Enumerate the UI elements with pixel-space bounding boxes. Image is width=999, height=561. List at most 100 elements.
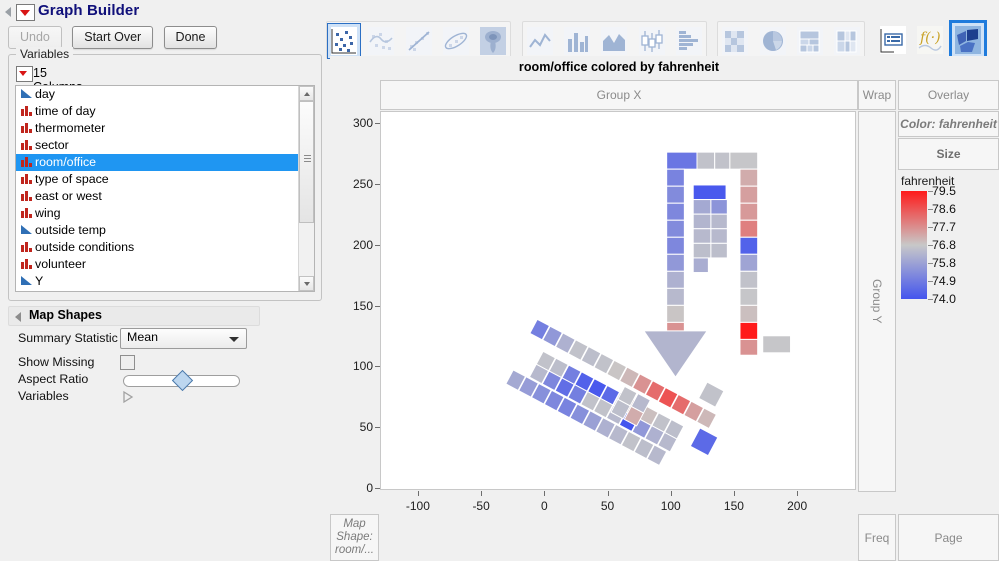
drop-zone-page[interactable]: Page [898, 514, 999, 561]
list-item[interactable]: wing [16, 205, 299, 222]
map-shape-cell[interactable] [740, 220, 758, 237]
map-shape-cell[interactable] [693, 185, 726, 200]
map-shape-cell[interactable] [740, 237, 758, 254]
map-shape-cell[interactable] [740, 322, 758, 339]
legend-tick-mark [928, 299, 933, 300]
list-item[interactable]: thermometer [16, 120, 299, 137]
start-over-button[interactable]: Start Over [72, 26, 153, 49]
drop-zone-overlay[interactable]: Overlay [898, 80, 999, 110]
mosaic-icon[interactable] [830, 23, 864, 59]
drop-zone-map-shape[interactable]: Map Shape: room/... [330, 514, 379, 561]
drop-zone-size[interactable]: Size [898, 138, 999, 170]
map-shape-cell[interactable] [740, 339, 758, 355]
variables-scrollbar[interactable] [298, 86, 314, 291]
variables-expand-icon[interactable] [122, 390, 134, 404]
disclosure-triangle-icon[interactable] [15, 312, 21, 322]
red-triangle-menu-icon[interactable] [16, 4, 35, 21]
show-missing-checkbox[interactable] [120, 355, 135, 370]
map-shape-cell[interactable] [667, 169, 685, 186]
contour-icon[interactable] [476, 23, 510, 59]
map-shape-cell[interactable] [690, 428, 718, 456]
plot-area[interactable] [380, 111, 856, 490]
drop-zone-group-y[interactable]: Group Y [858, 111, 896, 492]
map-shape-cell[interactable] [740, 169, 758, 186]
map-shape-cell[interactable] [693, 200, 711, 215]
heatmap-icon[interactable] [718, 23, 752, 59]
map-shape-cell[interactable] [740, 254, 758, 271]
map-shape-cell[interactable] [730, 152, 758, 169]
ellipse-icon[interactable] [439, 23, 473, 59]
map-shape-cell[interactable] [667, 237, 685, 254]
map-shape-cell[interactable] [667, 186, 685, 203]
map-shape-cell[interactable] [667, 254, 685, 271]
drop-zone-group-x[interactable]: Group X [380, 80, 858, 110]
columns-red-triangle-icon[interactable] [16, 66, 33, 82]
done-button[interactable]: Done [164, 26, 218, 49]
treemap-icon[interactable] [793, 23, 827, 59]
map-shape-cell[interactable] [667, 288, 685, 305]
outline-disclosure-icon[interactable] [5, 7, 11, 17]
map-shape-cell[interactable] [711, 214, 727, 229]
map-shape-cell[interactable] [693, 229, 711, 244]
list-item-label: Y [35, 274, 43, 288]
map-shape-cell[interactable] [740, 288, 758, 305]
list-item-selected[interactable]: room/office [16, 154, 299, 171]
map-shapes-icon[interactable] [951, 22, 985, 58]
map-shape-cell[interactable] [740, 186, 758, 203]
map-shape-cell[interactable] [667, 203, 685, 220]
drop-zone-color[interactable]: Color: fahrenheit [898, 111, 999, 137]
bar-chart-icon[interactable] [560, 23, 594, 59]
map-shape-cell[interactable] [697, 152, 715, 169]
list-item[interactable]: outside temp [16, 222, 299, 239]
map-shape-atrium[interactable] [644, 331, 707, 377]
drop-zone-wrap[interactable]: Wrap [858, 80, 896, 110]
list-item[interactable]: type of space [16, 171, 299, 188]
pie-chart-icon[interactable] [756, 23, 790, 59]
list-item[interactable]: Y [16, 273, 299, 290]
aspect-ratio-slider-handle[interactable] [172, 370, 193, 391]
map-shape-cell[interactable] [693, 214, 711, 229]
y-axis-tick-label: 50 [360, 420, 373, 434]
histogram-icon[interactable] [672, 23, 706, 59]
map-shape-cell[interactable] [693, 258, 708, 273]
undo-button[interactable]: Undo [8, 26, 62, 49]
list-item[interactable]: outside conditions [16, 239, 299, 256]
map-shape-cell[interactable] [711, 200, 727, 215]
map-shape-cell[interactable] [693, 243, 711, 258]
aspect-ratio-slider[interactable] [123, 375, 240, 387]
map-shape-cell[interactable] [667, 271, 685, 288]
map-shape-cell[interactable] [711, 243, 727, 258]
map-shape-cell[interactable] [699, 382, 724, 407]
caption-box-icon[interactable] [876, 22, 910, 58]
map-shape-cell[interactable] [715, 152, 730, 169]
map-shape-cell[interactable] [711, 229, 727, 244]
smoother-icon[interactable] [364, 23, 398, 59]
y-axis-tick-mark [375, 488, 380, 489]
box-plot-icon[interactable] [635, 23, 669, 59]
line-chart-icon[interactable] [523, 23, 557, 59]
list-item[interactable]: time of day [16, 103, 299, 120]
list-item[interactable]: volunteer [16, 256, 299, 273]
scroll-up-icon[interactable] [299, 86, 314, 101]
map-shape-cell[interactable] [667, 152, 697, 169]
drop-zone-freq[interactable]: Freq [858, 514, 896, 561]
scroll-down-icon[interactable] [299, 276, 314, 291]
summary-statistic-select[interactable]: Mean [120, 328, 247, 349]
points-icon[interactable] [327, 23, 361, 59]
scrollbar-thumb[interactable] [299, 101, 314, 223]
area-chart-icon[interactable] [597, 23, 631, 59]
map-shape-cell[interactable] [740, 203, 758, 220]
variables-list[interactable]: day time of day thermometer sector room/… [15, 85, 315, 292]
map-shapes-header[interactable]: Map Shapes [8, 306, 260, 326]
list-item[interactable]: sector [16, 137, 299, 154]
map-shape-cell[interactable] [667, 220, 685, 237]
list-item[interactable]: east or west [16, 188, 299, 205]
legend-tick-label: 74.9 [932, 274, 956, 288]
map-shape-cell[interactable] [740, 271, 758, 288]
map-shape-cell[interactable] [667, 305, 685, 322]
map-shape-cell[interactable] [740, 305, 758, 322]
formula-icon[interactable]: f(·) [913, 22, 947, 58]
line-of-fit-icon[interactable] [402, 23, 436, 59]
map-shape-cell[interactable] [763, 336, 791, 353]
list-item[interactable]: day [16, 86, 299, 103]
